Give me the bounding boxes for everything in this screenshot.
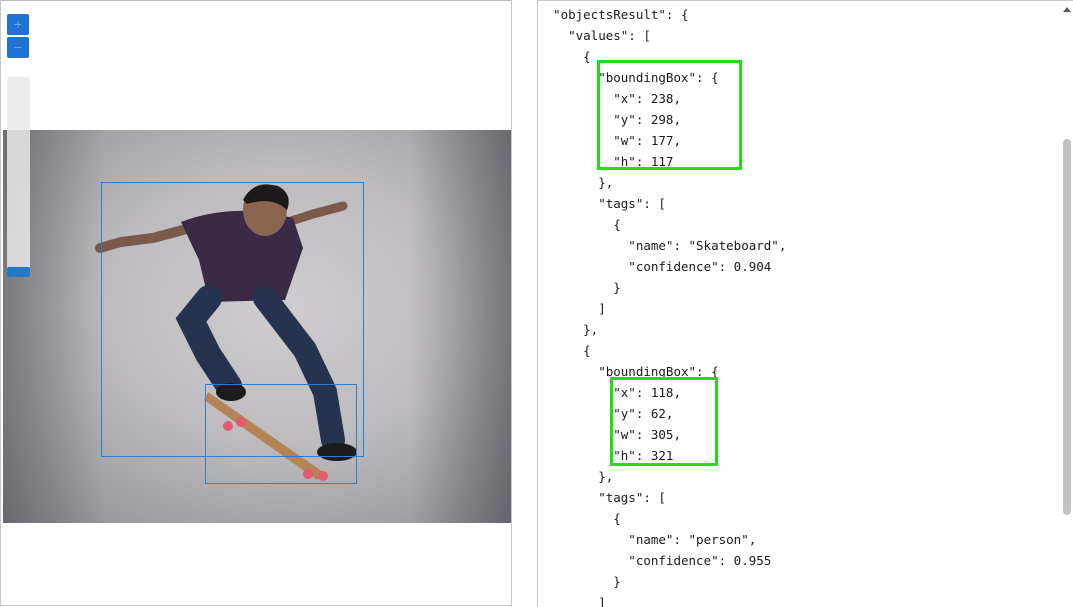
json-line: {: [538, 343, 591, 358]
json-line: ]: [538, 595, 606, 607]
json-result-panel[interactable]: "objectsResult": { "values": [ { "boundi…: [537, 0, 1073, 607]
json-line: }: [538, 280, 621, 295]
json-line: "tags": [: [538, 196, 666, 211]
json-line: "objectsResult": {: [538, 7, 689, 22]
json-line: {: [538, 217, 621, 232]
json-line: "values": [: [538, 28, 651, 43]
json-line: },: [538, 322, 599, 337]
scroll-thumb[interactable]: [1063, 139, 1071, 515]
json-line: "confidence": 0.955: [538, 553, 772, 568]
skateboard-bounding-box: [205, 384, 357, 484]
json-line: "confidence": 0.904: [538, 259, 772, 274]
json-line: "tags": [: [538, 490, 666, 505]
scroll-up-arrow-icon[interactable]: [1063, 7, 1071, 12]
json-line: "name": "person",: [538, 532, 757, 547]
highlight-skateboard-bbox: [597, 60, 742, 170]
json-line: },: [538, 469, 614, 484]
skateboarder-photo: [3, 130, 511, 523]
zoom-slider-handle[interactable]: [7, 267, 30, 277]
zoom-out-button[interactable]: −: [7, 37, 29, 58]
json-line: {: [538, 511, 621, 526]
image-viewer[interactable]: + −: [0, 0, 512, 606]
zoom-in-button[interactable]: +: [7, 14, 29, 35]
json-line: }: [538, 574, 621, 589]
highlight-person-bbox: [610, 377, 718, 466]
json-line: },: [538, 175, 614, 190]
vertical-scrollbar[interactable]: [1060, 1, 1073, 607]
json-line: "name": "Skateboard",: [538, 238, 787, 253]
zoom-slider[interactable]: [7, 77, 30, 277]
json-line: ]: [538, 301, 606, 316]
